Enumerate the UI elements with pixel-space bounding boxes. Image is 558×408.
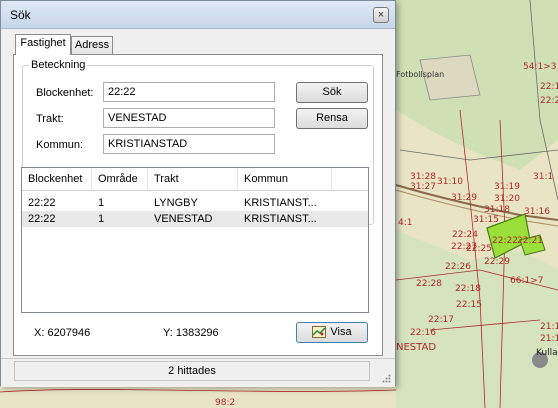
search-dialog: Sök × Fastighet Adress Beteckning Blocke…: [0, 0, 396, 387]
tab-adress[interactable]: Adress: [71, 36, 113, 55]
cell-kommun: KRISTIANST...: [244, 197, 317, 209]
cell-kommun: KRISTIANST...: [244, 213, 317, 225]
map-label: 31:20: [494, 194, 520, 204]
map-icon: [312, 326, 327, 339]
map-label: Kulla: [536, 348, 558, 358]
y-coordinate: Y: 1383296: [163, 327, 219, 339]
close-icon: ×: [377, 9, 385, 21]
map-label: 22:22: [492, 236, 518, 246]
rensa-button[interactable]: Rensa: [296, 108, 368, 129]
map-label: 22:15: [456, 300, 482, 310]
sok-button[interactable]: Sök: [296, 82, 368, 103]
column-header-blockenhet[interactable]: Blockenhet: [22, 168, 92, 190]
map-label: 22:19: [540, 82, 558, 92]
map-label: 22:21: [517, 236, 543, 246]
table-row[interactable]: 22:22 1 VENESTAD KRISTIANST...: [22, 211, 368, 227]
kommun-input[interactable]: KRISTIANSTAD: [103, 134, 275, 154]
results-header: Blockenhet Område Trakt Kommun: [22, 168, 368, 191]
trakt-label: Trakt:: [36, 113, 64, 125]
map-label: 22:25: [466, 244, 492, 254]
visa-label: Visa: [330, 326, 352, 338]
map-label: 31:16: [524, 207, 550, 217]
map-label: 31:19: [494, 182, 520, 192]
status-text: 2 hittades: [14, 361, 370, 381]
cell-trakt: VENESTAD: [154, 213, 213, 225]
tab-fastighet[interactable]: Fastighet: [15, 34, 71, 55]
map-label: 31:28: [410, 172, 436, 182]
map-label: 31:1: [533, 172, 554, 182]
kommun-label: Kommun:: [36, 139, 84, 151]
map-label: NESTAD: [396, 342, 437, 353]
map-label: Fotbollsplan: [396, 70, 445, 79]
map-label: 22:18: [455, 284, 481, 294]
blockenhet-input[interactable]: 22:22: [103, 82, 275, 102]
results-list[interactable]: Blockenhet Område Trakt Kommun 22:22 1 L…: [21, 167, 369, 313]
column-header-omrade[interactable]: Område: [92, 168, 148, 190]
column-header-kommun[interactable]: Kommun: [238, 168, 332, 190]
group-legend: Beteckning: [29, 59, 88, 71]
map-label: 54:1>3: [523, 62, 557, 72]
map-label: 31:15: [473, 215, 499, 225]
map-label: 31:29: [451, 193, 477, 203]
trakt-input[interactable]: VENESTAD: [103, 108, 275, 128]
visa-button[interactable]: Visa: [296, 322, 368, 343]
map-label: 31:18: [484, 205, 510, 215]
x-coordinate: X: 6207946: [34, 327, 91, 339]
map-label: 22:20: [540, 96, 558, 106]
blockenhet-label: Blockenhet:: [36, 87, 94, 99]
table-row[interactable]: 22:22 1 LYNGBY KRISTIANST...: [22, 195, 368, 211]
map-label: 21:11: [540, 334, 558, 344]
cell-blockenhet: 22:22: [28, 213, 56, 225]
cell-blockenhet: 22:22: [28, 197, 56, 209]
cell-trakt: LYNGBY: [154, 197, 198, 209]
resize-grip-icon[interactable]: [381, 373, 391, 383]
map-label: 22:28: [416, 279, 442, 289]
status-bar: 2 hittades: [1, 358, 395, 387]
title-bar[interactable]: Sök ×: [1, 1, 395, 29]
window-title: Sök: [10, 8, 31, 22]
column-header-trakt[interactable]: Trakt: [148, 168, 238, 190]
map-label: 22:24: [452, 230, 478, 240]
cell-omrade: 1: [98, 197, 105, 209]
map-label: 4:1: [398, 218, 413, 228]
map-label: 31:27: [410, 182, 436, 192]
map-label: 66:1>7: [510, 276, 544, 286]
map-label: 31:10: [437, 177, 463, 187]
map-label: 22:26: [445, 262, 471, 272]
tab-label: Adress: [74, 39, 110, 51]
map-label: 98:2: [215, 398, 236, 408]
map-label: 22:17: [428, 315, 454, 325]
close-button[interactable]: ×: [373, 7, 389, 23]
map-label: 22:16: [410, 328, 436, 338]
map-label: 21:10: [540, 322, 558, 332]
map-label: 22:29: [484, 257, 510, 267]
tab-label: Fastighet: [20, 37, 66, 49]
cell-omrade: 1: [98, 213, 105, 225]
